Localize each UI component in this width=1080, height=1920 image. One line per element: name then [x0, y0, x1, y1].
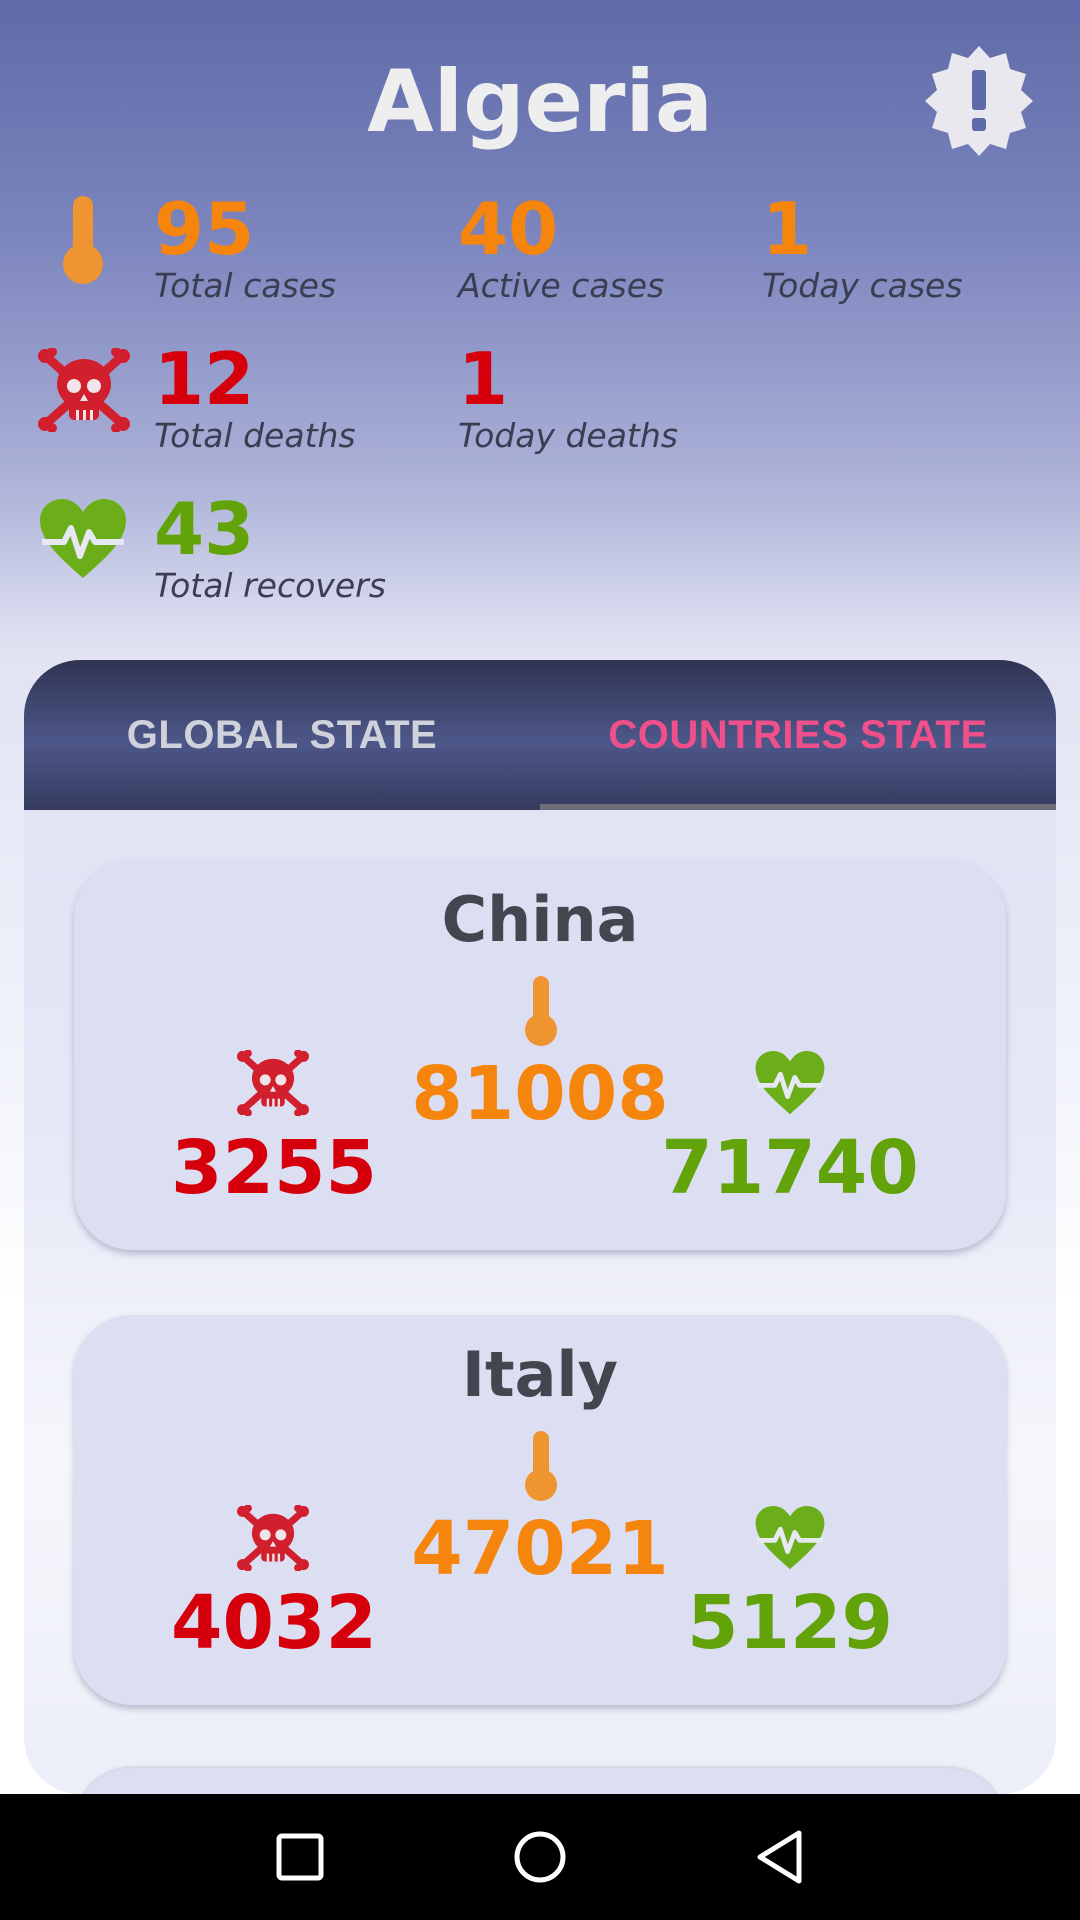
country-deaths-value: 4032	[171, 1580, 377, 1666]
today-cases-value: 1	[762, 187, 813, 271]
total-recovers-label: Total recovers	[154, 566, 386, 605]
total-deaths-stat: 12 Total deaths	[154, 342, 356, 456]
active-cases-label: Active cases	[458, 266, 665, 305]
today-deaths-label: Today deaths	[458, 416, 678, 455]
skull-crossbones-icon	[237, 1504, 309, 1575]
country-recovered-value: 5129	[687, 1580, 893, 1666]
country-cases-value: 81008	[411, 1051, 669, 1137]
total-cases-stat: 95 Total cases	[154, 192, 336, 306]
back-triangle-icon	[757, 1830, 802, 1884]
total-recovers-stat: 43 Total recovers	[154, 492, 386, 606]
tab-countries-state[interactable]: COUNTRIES STATE	[540, 660, 1056, 810]
main-panel: GLOBAL STATE COUNTRIES STATE China 81008	[24, 660, 1056, 1794]
square-icon	[276, 1833, 324, 1881]
heartbeat-icon	[754, 1050, 826, 1120]
total-deaths-label: Total deaths	[154, 416, 356, 455]
country-card-next[interactable]	[74, 1768, 1006, 1794]
total-recovers-value: 43	[154, 487, 255, 571]
country-title: Algeria	[367, 52, 713, 152]
thermometer-icon	[524, 1429, 558, 1507]
total-cases-value: 95	[154, 187, 255, 271]
system-nav-bar	[0, 1794, 1080, 1920]
recent-apps-button[interactable]	[240, 1794, 360, 1920]
home-button[interactable]	[480, 1794, 600, 1920]
today-cases-label: Today cases	[762, 266, 963, 305]
skull-crossbones-icon	[38, 347, 130, 436]
app-screen: Algeria 95 Total cases 40 Active cases 1…	[0, 0, 1080, 1920]
country-recovered-value: 71740	[661, 1125, 919, 1211]
total-cases-label: Total cases	[154, 266, 337, 305]
thermometer-icon	[60, 194, 106, 290]
thermometer-icon	[524, 974, 558, 1052]
country-cases-value: 47021	[411, 1506, 669, 1592]
heartbeat-icon	[754, 1505, 826, 1575]
skull-crossbones-icon	[237, 1049, 309, 1120]
alert-badge-icon[interactable]	[922, 44, 1036, 158]
today-cases-stat: 1 Today cases	[762, 192, 963, 306]
active-cases-stat: 40 Active cases	[458, 192, 664, 306]
country-name: China	[441, 883, 639, 956]
tab-global-state[interactable]: GLOBAL STATE	[24, 660, 540, 810]
tab-indicator	[540, 804, 1056, 810]
tab-bar: GLOBAL STATE COUNTRIES STATE	[24, 660, 1056, 810]
today-deaths-value: 1	[458, 337, 509, 421]
country-name: Italy	[461, 1338, 619, 1411]
circle-icon	[514, 1831, 566, 1883]
today-deaths-stat: 1 Today deaths	[458, 342, 678, 456]
back-button[interactable]	[720, 1794, 840, 1920]
heartbeat-icon	[38, 498, 128, 584]
country-card-italy[interactable]: Italy 47021 4032 5129	[74, 1315, 1006, 1705]
total-deaths-value: 12	[154, 337, 255, 421]
country-deaths-value: 3255	[171, 1125, 377, 1211]
country-card-china[interactable]: China 81008 3255 71740	[74, 860, 1006, 1250]
active-cases-value: 40	[458, 187, 559, 271]
